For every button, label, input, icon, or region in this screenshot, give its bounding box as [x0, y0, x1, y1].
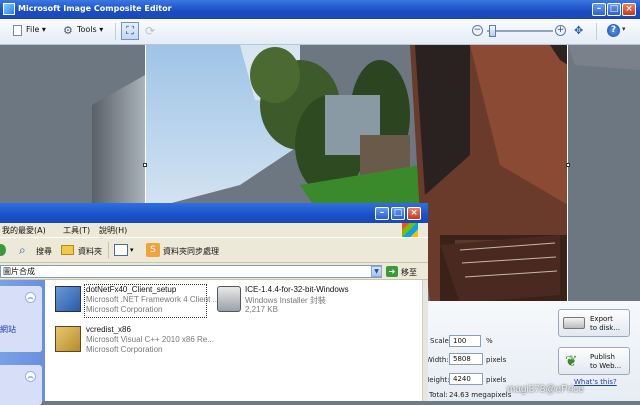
app-titlebar[interactable]: Microsoft Image Composite Editor – □ × — [0, 0, 640, 19]
installer-box-icon — [55, 326, 81, 352]
height-unit: pixels — [486, 376, 507, 384]
height-input[interactable]: 4240 — [449, 373, 483, 385]
zoom-slider[interactable] — [487, 30, 553, 32]
width-input[interactable]: 5808 — [449, 353, 483, 365]
file-size: 2,217 KB — [245, 305, 278, 314]
file-menu[interactable]: File ▾ — [26, 25, 46, 34]
window-title: Microsoft Image Composite Editor — [18, 4, 172, 13]
task-pane: ︽ 網站 ︽ — [0, 280, 45, 405]
folder-sync-button[interactable]: 資料夾同步處理 — [163, 246, 219, 257]
search-icon: ⌕ — [19, 243, 26, 257]
collapse-chevron-icon[interactable]: ︽ — [25, 292, 36, 303]
explorer-toolbar: ⌕ 搜尋 資料夾 ▾ S 資料夾同步處理 — [0, 237, 428, 263]
plant-icon: ❦ — [565, 352, 578, 370]
export-label-2: to disk... — [590, 324, 621, 332]
task-group: ︽ — [0, 365, 42, 405]
menu-favorites[interactable]: 我的最愛(A) — [2, 225, 46, 236]
rotate-icon[interactable]: ⟳ — [145, 24, 155, 38]
help-icon[interactable]: ? — [607, 24, 620, 37]
explorer-maximize-button[interactable]: □ — [391, 207, 405, 220]
file-type: Microsoft Visual C++ 2010 x86 Re... — [86, 335, 214, 344]
toolbar-divider — [115, 23, 116, 40]
close-button[interactable]: × — [622, 3, 636, 16]
export-label-1: Export — [590, 315, 613, 323]
maximize-button[interactable]: □ — [607, 3, 621, 16]
main-toolbar: File ▾ ⚙ Tools ▾ ⛶ ⟳ − + ✥ ? ▾ — [0, 19, 640, 45]
explorer-minimize-button[interactable]: – — [375, 207, 389, 220]
help-menu-caret[interactable]: ▾ — [622, 25, 626, 33]
windows-logo-icon — [402, 223, 418, 237]
total-value: 24.63 megapixels — [449, 391, 512, 399]
explorer-window: – □ × 我的最愛(A) 工具(T) 說明(H) ⌕ 搜尋 資料夾 ▾ S 資… — [0, 203, 428, 405]
width-unit: pixels — [486, 356, 507, 364]
toolbar-divider — [596, 23, 597, 40]
file-name: ICE-1.4.4-for-32-bit-Windows — [245, 285, 349, 294]
minimize-button[interactable]: – — [592, 3, 606, 16]
toolbar-divider — [108, 242, 109, 258]
document-icon — [13, 25, 22, 36]
installer-package-icon — [217, 286, 241, 312]
menu-help[interactable]: 說明(H) — [99, 225, 127, 236]
go-arrow-icon[interactable]: ➜ — [386, 266, 398, 277]
sync-icon: S — [146, 243, 160, 257]
folder-icon — [61, 245, 74, 255]
address-input[interactable]: 圖片合成 — [0, 265, 382, 278]
file-type: Microsoft .NET Framework 4 Client ... — [86, 295, 220, 304]
scale-unit: % — [486, 337, 493, 345]
zoom-in-icon[interactable]: + — [555, 25, 566, 36]
width-label: Width: — [426, 356, 449, 364]
export-to-disk-button[interactable]: Export to disk... — [558, 309, 630, 337]
disk-icon — [563, 317, 585, 329]
menu-tools[interactable]: 工具(T) — [63, 225, 90, 236]
task-group: ︽ 網站 — [0, 286, 42, 352]
setup-icon — [55, 286, 81, 312]
file-list: dotNetFx40_Client_setup Microsoft .NET F… — [45, 280, 422, 401]
publish-label-2: to Web... — [590, 362, 622, 370]
publish-to-web-button[interactable]: ❦ Publish to Web... — [558, 347, 630, 375]
collapse-chevron-icon[interactable]: ︽ — [25, 371, 36, 382]
go-button[interactable]: 移至 — [401, 267, 417, 278]
fit-to-window-icon[interactable]: ✥ — [574, 24, 583, 37]
folders-button[interactable]: 資料夾 — [78, 246, 102, 257]
search-button[interactable]: 搜尋 — [36, 246, 52, 257]
address-bar: 圖片合成 ▼ ➜ 移至 — [0, 263, 428, 280]
ice-app-icon — [3, 3, 15, 15]
explorer-close-button[interactable]: × — [407, 207, 421, 220]
address-dropdown[interactable]: ▼ — [371, 266, 382, 277]
explorer-titlebar[interactable]: – □ × — [0, 203, 428, 223]
crop-button[interactable]: ⛶ — [121, 22, 139, 40]
publish-label-1: Publish — [590, 353, 615, 361]
gear-icon: ⚙ — [63, 24, 73, 37]
list-item[interactable]: vcredist_x86 Microsoft Visual C++ 2010 x… — [53, 324, 214, 354]
views-caret[interactable]: ▾ — [130, 246, 134, 254]
list-item[interactable]: ICE-1.4.4-for-32-bit-Windows Windows Ins… — [213, 284, 363, 314]
explorer-menubar: 我的最愛(A) 工具(T) 說明(H) — [0, 223, 428, 237]
views-icon[interactable] — [114, 244, 128, 256]
file-company: Microsoft Corporation — [86, 305, 163, 314]
tools-menu[interactable]: Tools ▾ — [77, 25, 103, 34]
crop-handle-right[interactable] — [566, 163, 570, 167]
crop-icon: ⛶ — [126, 24, 134, 37]
file-company: Microsoft Corporation — [86, 345, 163, 354]
task-link[interactable]: 網站 — [0, 324, 16, 335]
watermark-text: magi378@ePrice — [507, 384, 584, 395]
back-arrow-icon[interactable] — [0, 244, 6, 256]
zoom-slider-thumb[interactable] — [489, 25, 496, 37]
total-label: Total: — [429, 391, 448, 399]
crop-handle-left[interactable] — [143, 163, 147, 167]
scrollbar[interactable] — [422, 280, 428, 401]
scale-input[interactable]: 100 — [449, 335, 481, 347]
list-item[interactable]: dotNetFx40_Client_setup Microsoft .NET F… — [53, 284, 219, 318]
zoom-out-icon[interactable]: − — [472, 25, 483, 36]
file-name: vcredist_x86 — [86, 325, 131, 334]
file-name: dotNetFx40_Client_setup — [86, 285, 177, 294]
